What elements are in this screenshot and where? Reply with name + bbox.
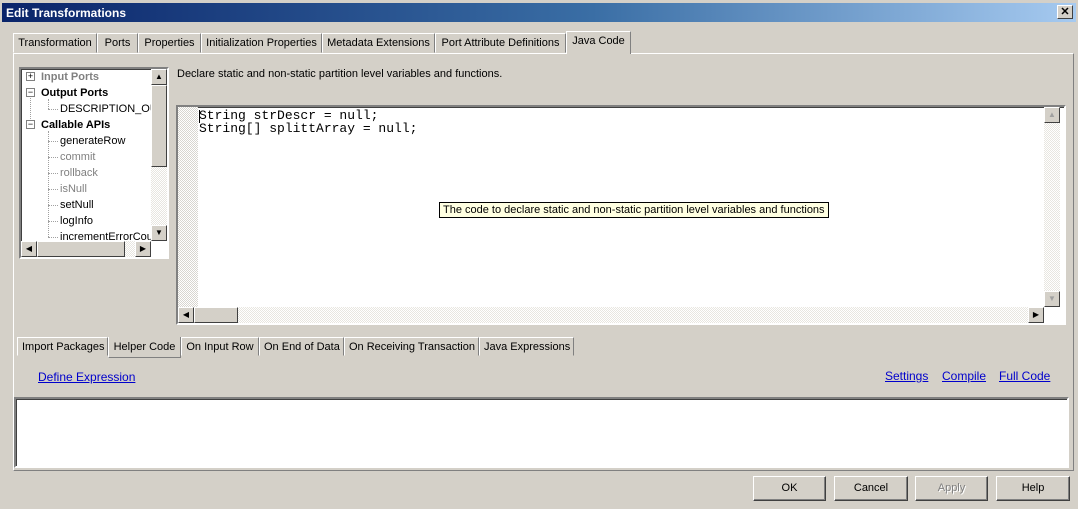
subtab-helper-code[interactable]: Helper Code xyxy=(108,337,181,358)
tree-api-item[interactable]: incrementErrorCount xyxy=(60,229,151,241)
apply-button[interactable]: Apply xyxy=(915,476,988,501)
scroll-right-arrow-icon[interactable]: ▶ xyxy=(1028,307,1044,323)
editor-horizontal-scrollbar[interactable] xyxy=(178,307,1044,323)
collapse-icon[interactable]: − xyxy=(26,88,35,97)
subtab-import-packages[interactable]: Import Packages xyxy=(17,337,108,356)
tab-initialization-properties[interactable]: Initialization Properties xyxy=(201,33,322,53)
tab-port-attribute-definitions[interactable]: Port Attribute Definitions xyxy=(435,33,566,53)
tree-output-ports[interactable]: Output Ports xyxy=(41,85,108,101)
tab-label: On Receiving Transaction xyxy=(349,341,475,353)
tree-callable-apis[interactable]: Callable APIs xyxy=(41,117,110,133)
scroll-right-arrow-icon[interactable]: ▶ xyxy=(135,241,151,257)
tab-label: Transformation xyxy=(18,37,92,49)
tab-label: Helper Code xyxy=(113,341,176,353)
tab-label: Import Packages xyxy=(22,341,105,353)
tab-label: Port Attribute Definitions xyxy=(441,37,560,49)
output-box[interactable] xyxy=(14,397,1069,468)
tree-api-item[interactable]: rollback xyxy=(60,165,98,181)
editor-hscroll-thumb[interactable] xyxy=(194,307,238,323)
tab-properties[interactable]: Properties xyxy=(138,33,201,53)
tab-label: Java Expressions xyxy=(484,341,571,353)
subtab-on-input-row[interactable]: On Input Row xyxy=(181,337,259,356)
tab-label: On Input Row xyxy=(186,341,254,353)
scroll-left-arrow-icon[interactable]: ◀ xyxy=(21,241,37,257)
tree-api-item[interactable]: generateRow xyxy=(60,133,125,149)
tree-api-item[interactable]: commit xyxy=(60,149,95,165)
compile-link[interactable]: Compile xyxy=(942,369,986,383)
subtab-java-expressions[interactable]: Java Expressions xyxy=(479,337,574,356)
close-button[interactable]: ✕ xyxy=(1057,5,1073,19)
subtab-on-receiving-transaction[interactable]: On Receiving Transaction xyxy=(344,337,479,356)
collapse-icon[interactable]: − xyxy=(26,120,35,129)
tab-java-code[interactable]: Java Code xyxy=(566,31,631,54)
editor-description: Declare static and non-static partition … xyxy=(177,68,503,80)
tab-label: Initialization Properties xyxy=(206,37,317,49)
tab-metadata-extensions[interactable]: Metadata Extensions xyxy=(322,33,435,53)
tree-api-item[interactable]: logInfo xyxy=(60,213,93,229)
tab-ports[interactable]: Ports xyxy=(97,33,138,53)
window-title: Edit Transformations xyxy=(6,6,127,20)
scroll-up-arrow-icon[interactable]: ▲ xyxy=(1044,107,1060,123)
full-code-link[interactable]: Full Code xyxy=(999,369,1050,383)
help-button[interactable]: Help xyxy=(996,476,1070,501)
tab-transformation[interactable]: Transformation xyxy=(13,33,97,53)
define-expression-link[interactable]: Define Expression xyxy=(38,370,135,384)
ok-button[interactable]: OK xyxy=(753,476,826,501)
scroll-down-arrow-icon[interactable]: ▼ xyxy=(1044,291,1060,307)
settings-link[interactable]: Settings xyxy=(885,369,928,383)
tab-label: On End of Data xyxy=(264,341,340,353)
scroll-up-arrow-icon[interactable]: ▲ xyxy=(151,69,167,85)
title-bar: Edit Transformations ✕ xyxy=(2,3,1076,22)
tab-label: Java Code xyxy=(572,35,625,47)
tree-api-item[interactable]: isNull xyxy=(60,181,87,197)
tree-description-out[interactable]: DESCRIPTION_OUT xyxy=(60,101,151,117)
tree-hscroll-thumb[interactable] xyxy=(37,241,125,257)
tooltip: The code to declare static and non-stati… xyxy=(439,202,829,218)
tab-label: Properties xyxy=(144,37,195,49)
tree-input-ports[interactable]: Input Ports xyxy=(41,69,99,85)
tree-content: + Input Ports − Output Ports DESCRIPTION… xyxy=(21,69,151,241)
expand-icon[interactable]: + xyxy=(26,72,35,81)
cancel-button[interactable]: Cancel xyxy=(834,476,908,501)
editor-gutter xyxy=(178,107,198,307)
close-icon: ✕ xyxy=(1060,6,1070,18)
tree-api-item[interactable]: setNull xyxy=(60,197,94,213)
code-line[interactable]: String[] splittArray = null; xyxy=(199,121,417,136)
scroll-down-arrow-icon[interactable]: ▼ xyxy=(151,225,167,241)
tab-label: Ports xyxy=(104,37,131,49)
tree-vscroll-thumb[interactable] xyxy=(151,85,167,167)
editor-vertical-scrollbar[interactable] xyxy=(1044,107,1060,307)
text-cursor xyxy=(199,110,200,123)
subtab-on-end-of-data[interactable]: On End of Data xyxy=(259,337,344,356)
tab-label: Metadata Extensions xyxy=(327,37,430,49)
scroll-left-arrow-icon[interactable]: ◀ xyxy=(178,307,194,323)
